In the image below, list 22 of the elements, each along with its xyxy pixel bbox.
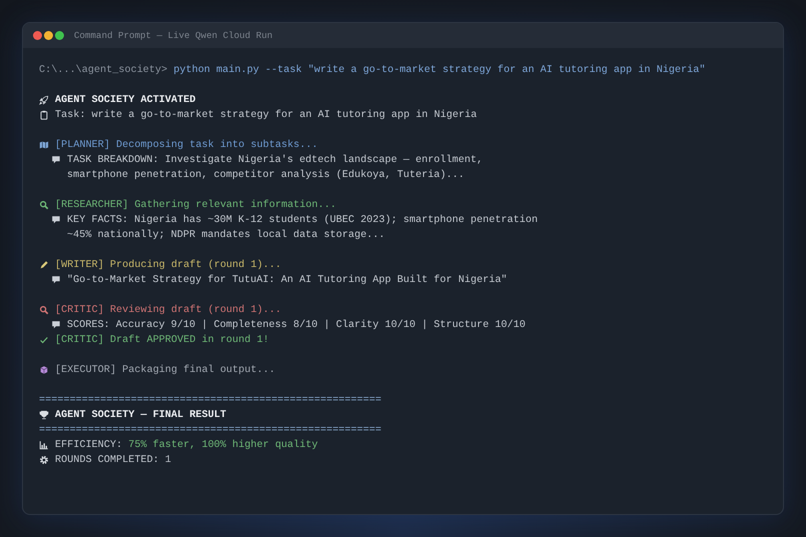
stat-value: 75% faster, 100% higher quality bbox=[128, 438, 318, 453]
approved-text: [CRITIC] Draft APPROVED in round 1! bbox=[55, 334, 269, 348]
detail-text: "Go-to-Market Strategy for TutuAI: An AI Tutoring App Built for Nigeria" bbox=[67, 274, 508, 288]
command-text: python main.py --task "write a go-to-market strategy for an AI tutoring app in Nigeria" bbox=[173, 64, 706, 78]
agent-status-text: [EXECUTOR] Packaging final output... bbox=[55, 364, 276, 378]
agent-status-text: [WRITER] Producing draft (round 1)... bbox=[55, 258, 282, 273]
task-text: Task: write a go-to-market strategy for an AI tutoring app in Nigeria bbox=[55, 108, 477, 123]
detail-text: SCORES: Accuracy 9/10 | Completeness 8/10 | Clarity 10/10 | Structure 10/10 bbox=[67, 318, 527, 333]
heading-text: AGENT SOCIETY — FINAL RESULT bbox=[55, 409, 226, 423]
window-title: Command Prompt — Live Qwen Cloud Run bbox=[74, 30, 272, 41]
separator-line: ======================================================== bbox=[39, 424, 382, 438]
detail-text: TASK BREAKDOWN: Investigate Nigeria's edtech landscape — enrollment, smartphone penetration, competitor analysis (Edukoya, Tuteria)... bbox=[67, 154, 484, 183]
detail-text: KEY FACTS: Nigeria has ~30M K-12 students (UBEC 2023); smartphone penetration ~45% nationally; NDPR mandates local data storage... bbox=[67, 214, 538, 243]
prompt-path: C:\...\agent_society> bbox=[39, 64, 168, 78]
agent-status-text: [RESEARCHER] Gathering relevant information... bbox=[55, 198, 336, 213]
heading-text: AGENT SOCIETY ACTIVATED bbox=[55, 94, 196, 108]
stat-value: 1 bbox=[165, 454, 172, 468]
stat-label: EFFICIENCY: bbox=[55, 439, 122, 453]
agent-status-text: [PLANNER] Decomposing task into subtasks... bbox=[55, 138, 318, 153]
separator-line: ======================================================== bbox=[39, 394, 382, 408]
agent-status-text: [CRITIC] Reviewing draft (round 1)... bbox=[55, 304, 282, 318]
stat-label: ROUNDS COMPLETED: bbox=[55, 454, 159, 468]
